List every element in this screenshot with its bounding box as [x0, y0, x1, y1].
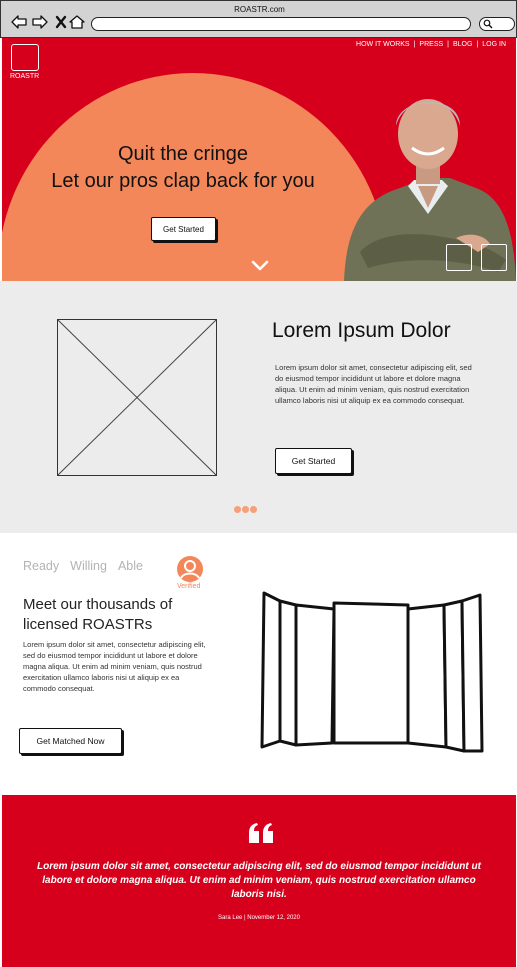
pros-section: Ready Willing Able Verified Meet our tho… [0, 533, 517, 795]
feature-get-started-button[interactable]: Get Started [275, 448, 352, 474]
pros-body: Lorem ipsum dolor sit amet, consectetur … [23, 640, 206, 693]
verified-user-icon [177, 556, 203, 582]
nav-separator: | [447, 41, 449, 48]
pagination-dot[interactable] [250, 506, 257, 513]
attribute-tags: Ready Willing Able [23, 559, 143, 573]
tag-ready: Ready [23, 559, 60, 573]
carousel-thumbnail[interactable] [446, 244, 472, 271]
address-bar[interactable] [91, 17, 471, 31]
tag-able: Able [117, 559, 143, 573]
pagination-dot[interactable] [234, 506, 241, 513]
forward-arrow-icon[interactable] [31, 14, 49, 30]
back-arrow-icon[interactable] [10, 14, 28, 30]
testimonial-quote: Lorem ipsum dolor sit amet, consectetur … [37, 861, 481, 900]
browser-title: ROASTR.com [234, 5, 285, 14]
nav-blog[interactable]: BLOG [453, 41, 472, 48]
hero-get-started-button[interactable]: Get Started [151, 217, 216, 241]
feature-title: Lorem Ipsum Dolor [272, 319, 451, 342]
feature-section: Lorem Ipsum Dolor Lorem ipsum dolor sit … [0, 281, 517, 533]
search-icon [483, 19, 493, 29]
home-icon[interactable] [68, 14, 86, 30]
quote-icon [249, 823, 273, 843]
nav-how-it-works[interactable]: HOW IT WORKS [356, 41, 410, 48]
chevron-down-icon[interactable] [251, 260, 269, 272]
testimonial-author: Sara Lee | November 12, 2020 [218, 915, 300, 921]
nav-separator: | [413, 41, 416, 48]
logo-icon[interactable] [11, 44, 39, 71]
nav-press[interactable]: PRESS [419, 41, 443, 48]
pagination-dots[interactable] [234, 506, 257, 513]
testimonial-section: Lorem ipsum dolor sit amet, consectetur … [2, 795, 516, 967]
image-placeholder [57, 319, 217, 476]
browser-chrome: ROASTR.com [0, 0, 517, 38]
card-carousel[interactable] [258, 591, 486, 753]
tag-willing: Willing [70, 559, 107, 573]
hero-section: ROASTR HOW IT WORKS | PRESS | BLOG | LOG… [2, 38, 516, 281]
hero-title-line-1: Quit the cringe [117, 143, 249, 165]
logo-text[interactable]: ROASTR [10, 73, 39, 80]
feature-body: Lorem ipsum dolor sit amet, consectetur … [275, 363, 472, 405]
nav-separator: | [476, 41, 479, 48]
hero-title: Quit the cringe Let our pros clap back f… [2, 141, 364, 195]
top-navigation: HOW IT WORKS | PRESS | BLOG | LOG IN [356, 41, 506, 48]
pros-title: Meet our thousands of licensed ROASTRs [23, 596, 173, 633]
verified-label: Verified [177, 583, 201, 590]
carousel-thumbnail[interactable] [481, 244, 507, 271]
browser-search-field[interactable] [479, 17, 515, 31]
nav-login[interactable]: LOG IN [482, 41, 506, 48]
hero-title-line-2: Let our pros clap back for you [51, 170, 315, 192]
pagination-dot[interactable] [242, 506, 249, 513]
get-matched-now-button[interactable]: Get Matched Now [19, 728, 122, 754]
